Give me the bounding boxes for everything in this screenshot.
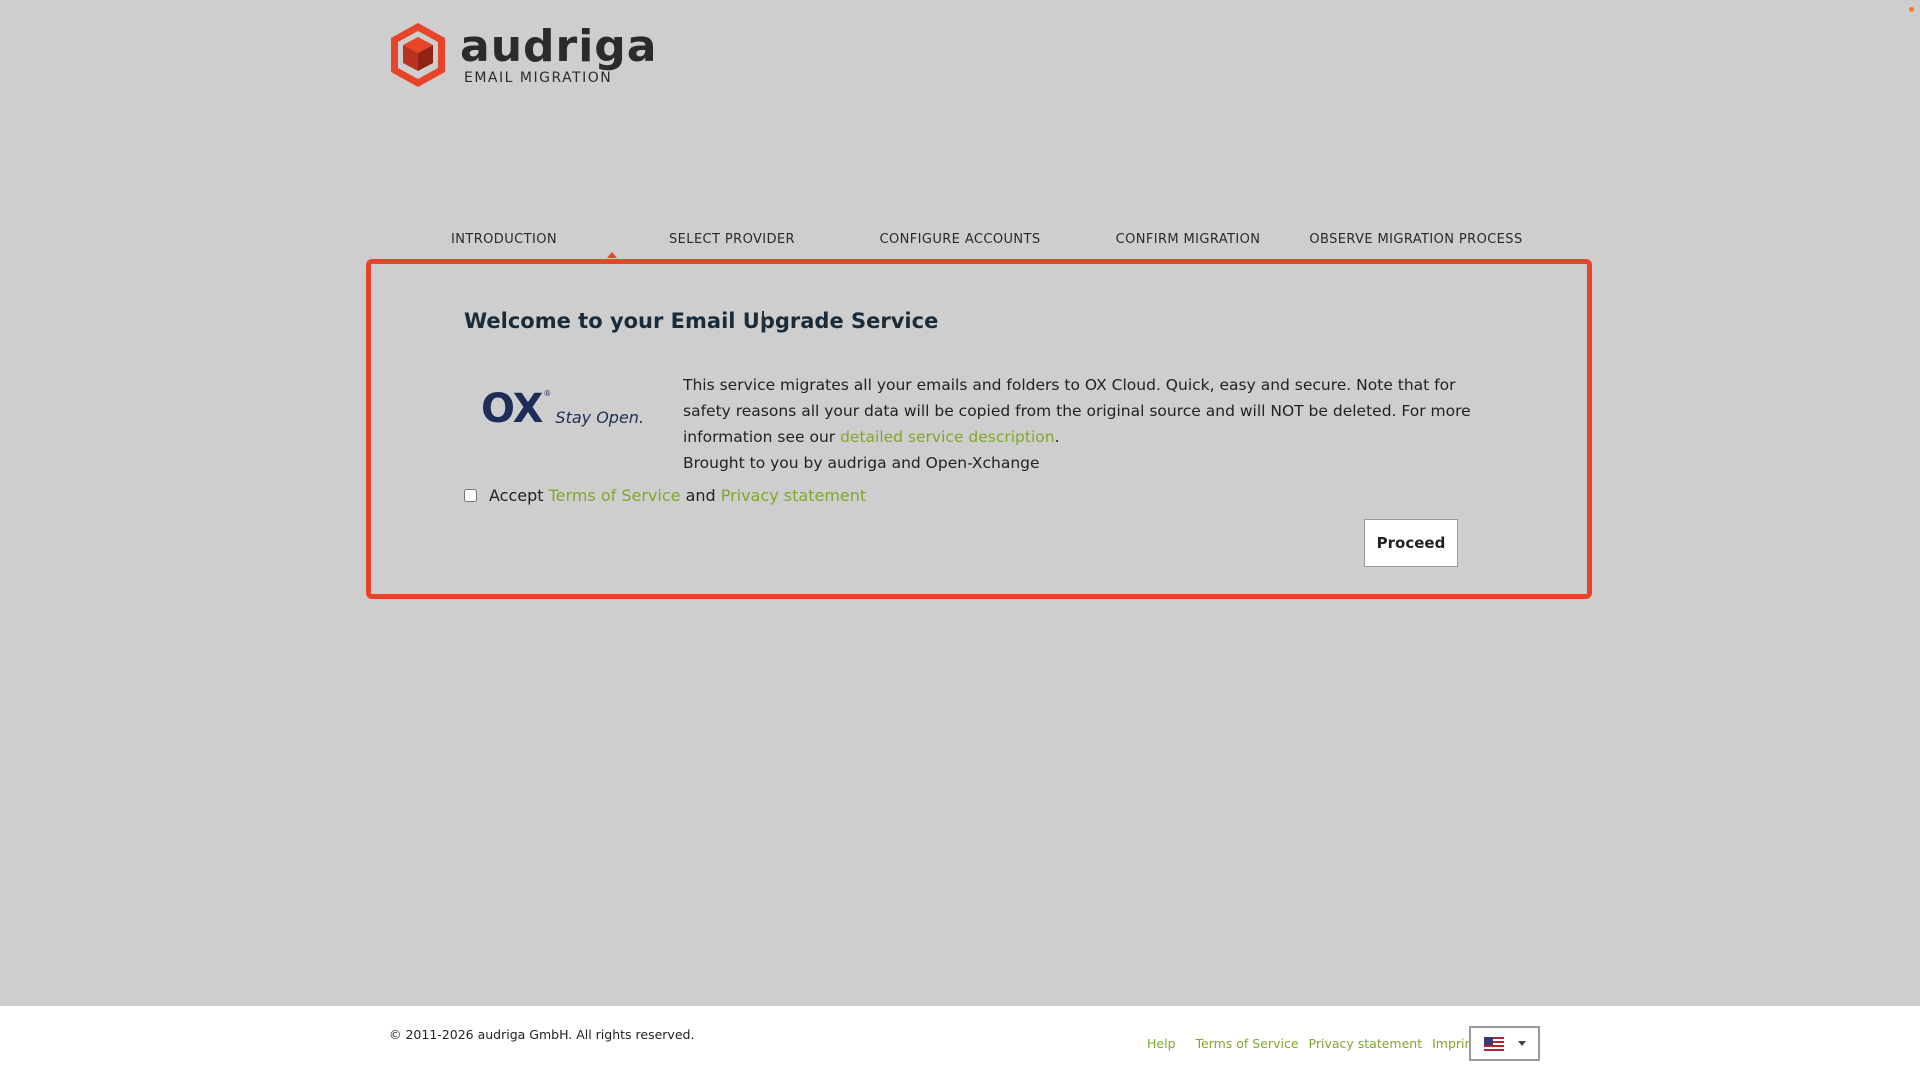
terms-of-service-link[interactable]: Terms of Service xyxy=(549,486,681,505)
accept-terms-checkbox[interactable] xyxy=(464,489,477,502)
step-observe-migration-process[interactable]: OBSERVE MIGRATION PROCESS xyxy=(1302,228,1530,260)
accept-terms-row: Accept Terms of Service and Privacy stat… xyxy=(464,486,866,505)
wizard-steps: INTRODUCTION SELECT PROVIDER CONFIGURE A… xyxy=(390,228,1530,260)
ox-logo: OX ® Stay Open. xyxy=(481,389,644,429)
service-description: This service migrates all your emails an… xyxy=(683,372,1503,476)
footer: © 2011-2026 audriga GmbH. All rights res… xyxy=(0,1006,1920,1080)
service-description-link[interactable]: detailed service description xyxy=(840,428,1055,446)
step-confirm-migration[interactable]: CONFIRM MIGRATION xyxy=(1074,228,1302,260)
text-cursor-icon xyxy=(762,311,764,327)
step-select-provider[interactable]: SELECT PROVIDER xyxy=(618,228,846,260)
chevron-down-icon xyxy=(1517,1041,1526,1046)
footer-privacy-link[interactable]: Privacy statement xyxy=(1309,1036,1423,1051)
brand-subtitle: EMAIL MIGRATION xyxy=(464,70,613,86)
accept-label: Accept xyxy=(489,486,544,505)
card-title: Welcome to your Email Upgrade Service xyxy=(464,309,939,333)
footer-terms-link[interactable]: Terms of Service xyxy=(1196,1036,1299,1051)
audriga-logo-icon xyxy=(391,23,445,87)
brand-name: audriga xyxy=(460,21,658,72)
language-select[interactable] xyxy=(1469,1026,1540,1061)
header: audriga EMAIL MIGRATION xyxy=(388,20,708,90)
welcome-card: Welcome to your Email Upgrade Service OX… xyxy=(366,259,1592,599)
step-introduction[interactable]: INTRODUCTION xyxy=(390,228,618,260)
logo-text: audriga EMAIL MIGRATION xyxy=(460,21,658,86)
description-period: . xyxy=(1054,428,1060,446)
footer-help-link[interactable]: Help xyxy=(1147,1036,1176,1051)
accept-and: and xyxy=(685,486,716,505)
footer-links: Help Terms of Service Privacy statement … xyxy=(1147,1036,1487,1051)
description-text: This service migrates all your emails an… xyxy=(683,376,1471,446)
proceed-button[interactable]: Proceed xyxy=(1364,519,1458,567)
description-credit: Brought to you by audriga and Open-Xchan… xyxy=(683,454,1040,472)
ox-logo-mark: OX xyxy=(481,386,543,432)
us-flag-icon xyxy=(1483,1036,1504,1051)
step-configure-accounts[interactable]: CONFIGURE ACCOUNTS xyxy=(846,228,1074,260)
active-step-marker xyxy=(607,252,617,258)
privacy-statement-link[interactable]: Privacy statement xyxy=(721,486,866,505)
copyright-text: © 2011-2026 audriga GmbH. All rights res… xyxy=(389,1027,695,1042)
notification-dot xyxy=(1909,7,1914,12)
ox-logo-registered: ® xyxy=(543,389,552,398)
ox-logo-tagline: Stay Open. xyxy=(555,408,645,427)
